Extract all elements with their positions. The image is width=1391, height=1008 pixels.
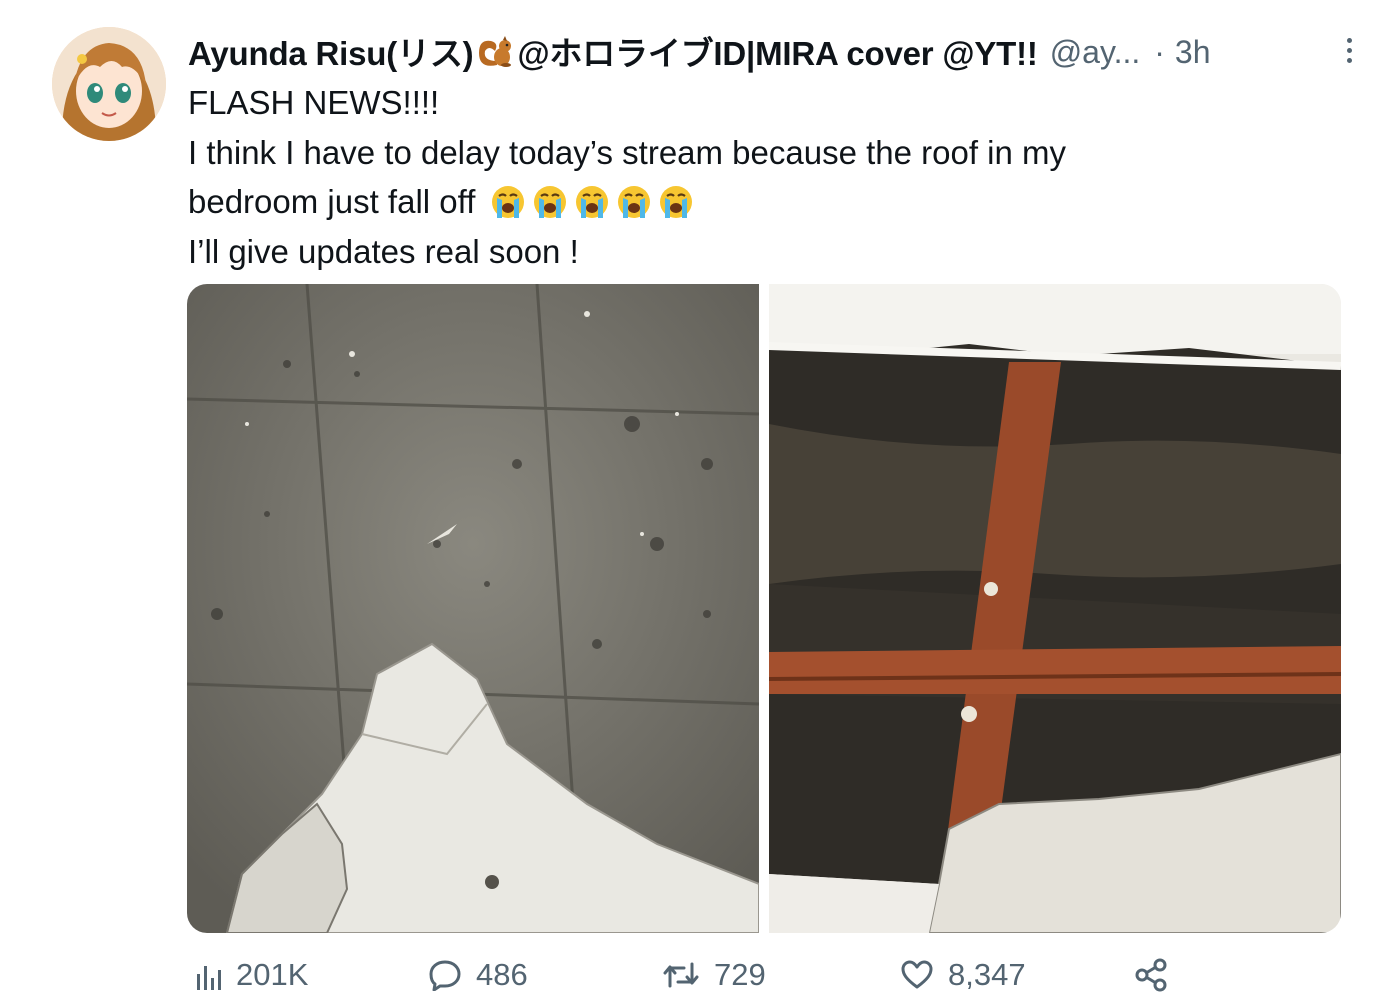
share-button[interactable] [1134, 950, 1182, 1000]
tweet-text-line: I’ll give updates real soon ! [188, 232, 579, 270]
loudly-crying-face-emoji [657, 184, 695, 234]
avatar[interactable] [52, 27, 166, 141]
fallen-ceiling-on-floor-photo [187, 284, 759, 933]
views-count: 201K [236, 957, 309, 992]
more-dot-1 [1346, 37, 1352, 43]
separator-dot: · [1154, 33, 1165, 70]
emoji-row [485, 183, 695, 220]
broken-ceiling-photo [769, 284, 1341, 933]
retweet-icon [662, 960, 700, 990]
display-name-part-1: Ayunda Risu(リス) [188, 34, 474, 72]
reply-count: 486 [476, 957, 528, 992]
tweet[interactable]: Ayunda Risu(リス) @ホロライブID|MIRA cover @YT!!… [0, 0, 1391, 1008]
photo-right[interactable] [769, 284, 1341, 933]
display-name[interactable]: Ayunda Risu(リス) @ホロライブID|MIRA cover @YT!! [188, 27, 1038, 77]
more-dot-2 [1346, 47, 1352, 53]
tweet-text-fragment: bedroom just fall off [188, 183, 476, 220]
more-options-icon[interactable] [1337, 33, 1361, 67]
like-count: 8,347 [948, 957, 1026, 992]
squirrel-emoji-icon [475, 35, 515, 77]
tweet-action-bar: 201K 486 729 8,347 [188, 950, 1368, 1000]
media-grid [187, 284, 1341, 933]
tweet-text-line: FLASH NEWS!!!! [188, 84, 440, 121]
photo-left[interactable] [187, 284, 759, 933]
share-icon [1134, 958, 1168, 992]
loudly-crying-face-emoji [615, 184, 653, 234]
more-dot-3 [1346, 57, 1352, 63]
display-name-part-2: @ホロライブID|MIRA cover @YT!! [517, 34, 1038, 72]
tweet-text-line-with-emoji: bedroom just fall off [188, 177, 1338, 227]
anime-girl-avatar-icon [52, 27, 166, 141]
tweet-timestamp[interactable]: 3h [1175, 34, 1211, 71]
retweet-count: 729 [714, 957, 766, 992]
tweet-text-line: I think I have to delay today’s stream b… [188, 133, 1067, 171]
views-button[interactable]: 201K [196, 950, 308, 1000]
user-handle[interactable]: @ay... [1050, 34, 1141, 71]
reply-icon [428, 959, 462, 991]
like-button[interactable]: 8,347 [900, 950, 1026, 1000]
views-icon [196, 960, 222, 990]
tweet-text: FLASH NEWS!!!! I think I have to delay t… [188, 78, 1338, 276]
tweet-header: Ayunda Risu(リス) @ホロライブID|MIRA cover @YT!!… [188, 30, 1368, 74]
reply-button[interactable]: 486 [428, 950, 528, 1000]
retweet-button[interactable]: 729 [662, 950, 766, 1000]
heart-icon [900, 960, 934, 990]
